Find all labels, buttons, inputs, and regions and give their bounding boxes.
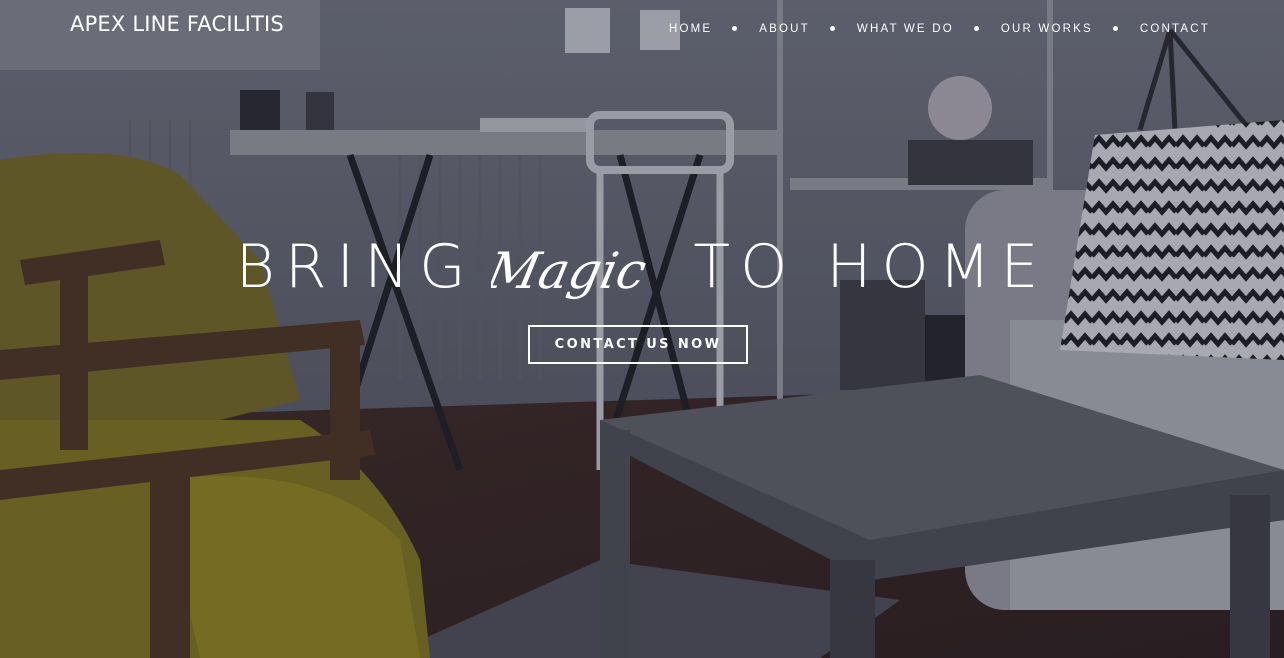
nav-item-label: CONTACT: [1139, 23, 1210, 35]
nav-item-label: ABOUT: [759, 23, 810, 35]
headline-script-word: Magic: [491, 242, 652, 300]
nav-item-contact[interactable]: CONTACT: [1140, 23, 1210, 35]
headline-word-before: BRING: [235, 232, 476, 302]
contact-us-now-button[interactable]: CONTACT US NOW: [528, 325, 748, 364]
main-navigation: HOME ABOUT WHAT WE DO OUR WORKS CONTACT: [669, 23, 1210, 35]
nav-item-label: HOME: [668, 23, 713, 35]
nav-separator-dot-icon: [829, 25, 835, 31]
nav-item-home[interactable]: HOME: [669, 23, 759, 35]
nav-item-about[interactable]: ABOUT: [759, 23, 857, 35]
nav-separator-dot-icon: [732, 25, 738, 31]
headline-word-after: TO HOME: [693, 232, 1049, 302]
nav-separator-dot-icon: [1112, 25, 1118, 31]
headline-script-text: Magic: [491, 242, 652, 300]
hero-section: APEX LINE FACILITIS HOME ABOUT WHAT WE D…: [0, 0, 1284, 658]
nav-separator-dot-icon: [973, 25, 979, 31]
brand-logo-text[interactable]: APEX LINE FACILITIS: [70, 12, 284, 36]
nav-item-label: OUR WORKS: [1000, 23, 1093, 35]
nav-item-label: WHAT WE DO: [856, 23, 954, 35]
hero-headline: BRING Magic TO HOME: [0, 222, 1284, 312]
nav-item-our-works[interactable]: OUR WORKS: [1001, 23, 1140, 35]
nav-item-what-we-do[interactable]: WHAT WE DO: [857, 23, 1001, 35]
